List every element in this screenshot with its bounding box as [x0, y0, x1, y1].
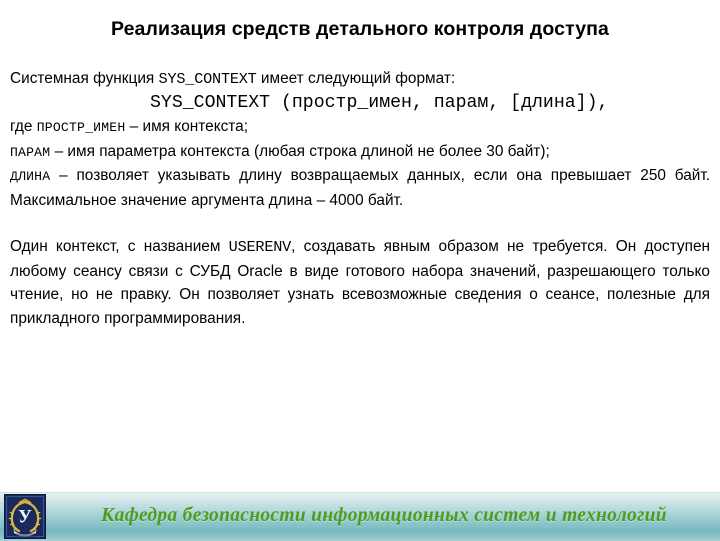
userenv-part1: Один контекст, с названием: [10, 238, 229, 255]
definition-item-2: ПАРАМ – имя параметра контекста (любая с…: [10, 140, 710, 165]
definition-term: ПРОСТР_ИМЕН: [36, 120, 126, 135]
definition-term: ПАРАМ: [10, 144, 51, 160]
page-title: Реализация средств детального контроля д…: [110, 18, 610, 40]
function-signature: SYS_CONTEXT (простр_имен, парам, [длина]…: [150, 92, 609, 113]
definition-text: – имя параметра контекста (любая строка …: [50, 142, 550, 160]
slide-body: Системная функция SYS_CONTEXT имеет след…: [10, 67, 710, 330]
footer-title: Кафедра безопасности информационных сист…: [101, 505, 667, 526]
definition-item-3: ДЛИНА – позволяет указывать длину возвра…: [10, 164, 710, 212]
definition-item-1: где ПРОСТР_ИМЕН – имя контекста;: [10, 115, 710, 140]
sys-context-code: SYS_CONTEXT: [158, 70, 257, 88]
intro-prefix: Системная функция: [10, 70, 159, 87]
definition-prefix: где: [10, 118, 37, 135]
footer: У Кафедра безопасности информационных си…: [0, 492, 720, 541]
definition-text: – позволяет указывать длину возвращаемых…: [10, 167, 710, 209]
definition-text: – имя контекста;: [125, 118, 249, 135]
slide-root: Реализация средств детального контроля д…: [0, 0, 720, 541]
userenv-paragraph: Один контекст, с названием USERENV, созд…: [10, 235, 710, 330]
intro-suffix: имеет следующий формат:: [256, 70, 456, 87]
definition-term: ДЛИНА: [10, 169, 51, 184]
userenv-code: USERENV: [228, 238, 292, 256]
intro-paragraph: Системная функция SYS_CONTEXT имеет след…: [10, 67, 710, 92]
